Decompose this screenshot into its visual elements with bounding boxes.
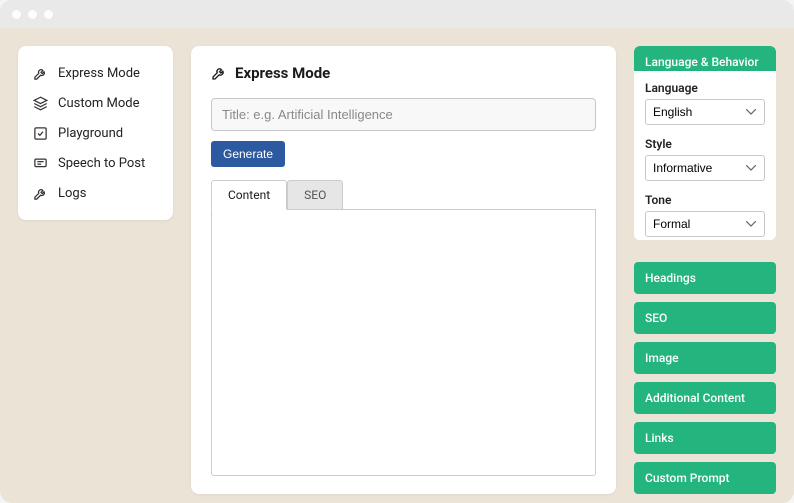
wrench-icon (32, 65, 48, 81)
panel-header-additional-content[interactable]: Additional Content (634, 382, 776, 414)
sidebar-item-custom-mode[interactable]: Custom Mode (18, 88, 173, 118)
panel-header-image[interactable]: Image (634, 342, 776, 374)
field-label: Language (645, 81, 765, 95)
content-area: Express Mode Custom Mode Playground Spee… (0, 28, 794, 503)
check-square-icon (32, 125, 48, 141)
generate-button[interactable]: Generate (211, 141, 285, 167)
content-editor[interactable] (211, 210, 596, 476)
sidebar-item-speech-to-post[interactable]: Speech to Post (18, 148, 173, 178)
field-language: Language English (645, 81, 765, 135)
spacer (634, 248, 776, 254)
layers-icon (32, 95, 48, 111)
sidebar-item-express-mode[interactable]: Express Mode (18, 58, 173, 88)
title-input[interactable] (211, 98, 596, 131)
tabs: Content SEO (211, 179, 596, 210)
panel-language-behavior: Language & Behavior Language English Sty… (634, 46, 776, 240)
page-title-text: Express Mode (235, 64, 330, 82)
speech-icon (32, 155, 48, 171)
sidebar-item-label: Speech to Post (58, 156, 145, 171)
panel-title: Additional Content (645, 391, 745, 405)
tab-seo[interactable]: SEO (287, 180, 343, 210)
sidebar: Express Mode Custom Mode Playground Spee… (18, 46, 173, 220)
field-label: Style (645, 137, 765, 151)
field-style: Style Informative (645, 137, 765, 191)
panel-title: Image (645, 351, 679, 365)
window-titlebar (0, 0, 794, 28)
panel-title: Headings (645, 271, 696, 285)
window-control-minimize[interactable] (28, 10, 37, 19)
language-select[interactable]: English (645, 99, 765, 125)
sidebar-item-label: Custom Mode (58, 96, 140, 111)
sidebar-item-playground[interactable]: Playground (18, 118, 173, 148)
field-label: Tone (645, 193, 765, 207)
sidebar-item-logs[interactable]: Logs (18, 178, 173, 208)
panel-title: Language & Behavior (645, 55, 759, 69)
window-control-close[interactable] (12, 10, 21, 19)
wrench-icon (211, 65, 227, 81)
panel-header-links[interactable]: Links (634, 422, 776, 454)
panel-body-language-behavior: Language English Style Informative Tone (634, 71, 776, 240)
tab-content[interactable]: Content (211, 180, 287, 210)
app-window: Express Mode Custom Mode Playground Spee… (0, 0, 794, 503)
rightbar: Language & Behavior Language English Sty… (634, 46, 776, 494)
sidebar-item-label: Playground (58, 126, 123, 141)
panel-header-custom-prompt[interactable]: Custom Prompt (634, 462, 776, 494)
style-select[interactable]: Informative (645, 155, 765, 181)
panel-title: SEO (645, 311, 667, 325)
panel-title: Custom Prompt (645, 471, 730, 485)
tab-label: Content (228, 188, 270, 202)
main-panel: Express Mode Generate Content SEO (191, 46, 616, 494)
sidebar-item-label: Express Mode (58, 66, 140, 81)
tone-select[interactable]: Formal (645, 211, 765, 237)
panel-header-seo[interactable]: SEO (634, 302, 776, 334)
panel-title: Links (645, 431, 674, 445)
field-tone: Tone Formal (645, 193, 765, 237)
wrench-icon (32, 185, 48, 201)
sidebar-item-label: Logs (58, 186, 86, 201)
page-title: Express Mode (211, 64, 596, 82)
panel-header-headings[interactable]: Headings (634, 262, 776, 294)
window-control-zoom[interactable] (44, 10, 53, 19)
tab-label: SEO (304, 188, 326, 202)
